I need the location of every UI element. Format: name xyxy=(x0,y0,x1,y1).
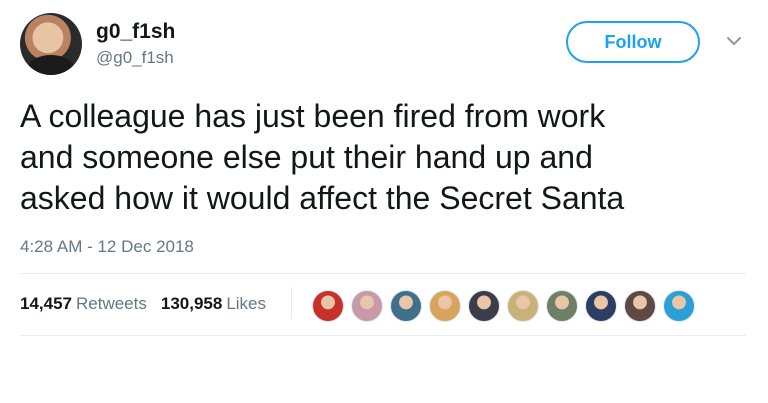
tweet-card: g0_f1sh @g0_f1sh Follow A colleague has … xyxy=(0,0,768,403)
likes-count: 130,958 xyxy=(160,294,223,313)
liker-avatar-5[interactable] xyxy=(468,290,500,322)
retweets-count: 14,457 xyxy=(20,294,72,313)
likers-avatars xyxy=(312,290,695,322)
liker-avatar-4[interactable] xyxy=(429,290,461,322)
likes-stat[interactable]: 130,958 Likes xyxy=(161,294,266,314)
user-avatar[interactable] xyxy=(20,13,82,75)
likes-label: Likes xyxy=(226,294,267,313)
retweets-stat[interactable]: 14,457 Retweets xyxy=(20,294,147,314)
chevron-down-icon[interactable] xyxy=(723,30,745,52)
liker-avatar-8[interactable] xyxy=(585,290,617,322)
tweet-text-line: asked how it would affect the Secret San… xyxy=(20,180,625,216)
retweets-label: Retweets xyxy=(76,294,147,313)
liker-avatar-2[interactable] xyxy=(351,290,383,322)
user-display-name[interactable]: g0_f1sh xyxy=(96,20,175,44)
liker-avatar-10[interactable] xyxy=(663,290,695,322)
divider xyxy=(20,273,746,274)
tweet-stats: 14,457 Retweets 130,958 Likes xyxy=(20,289,266,319)
liker-avatar-7[interactable] xyxy=(546,290,578,322)
liker-avatar-1[interactable] xyxy=(312,290,344,322)
tweet-text-line: A colleague has just been fired from wor… xyxy=(20,98,606,134)
user-handle[interactable]: @g0_f1sh xyxy=(96,48,174,68)
tweet-text: A colleague has just been fired from wor… xyxy=(20,96,740,219)
liker-avatar-6[interactable] xyxy=(507,290,539,322)
follow-button[interactable]: Follow xyxy=(566,21,700,63)
liker-avatar-3[interactable] xyxy=(390,290,422,322)
divider xyxy=(20,335,746,336)
tweet-text-line: and someone else put their hand up and xyxy=(20,139,593,175)
stats-separator xyxy=(291,287,292,319)
liker-avatar-9[interactable] xyxy=(624,290,656,322)
tweet-timestamp[interactable]: 4:28 AM - 12 Dec 2018 xyxy=(20,237,194,257)
